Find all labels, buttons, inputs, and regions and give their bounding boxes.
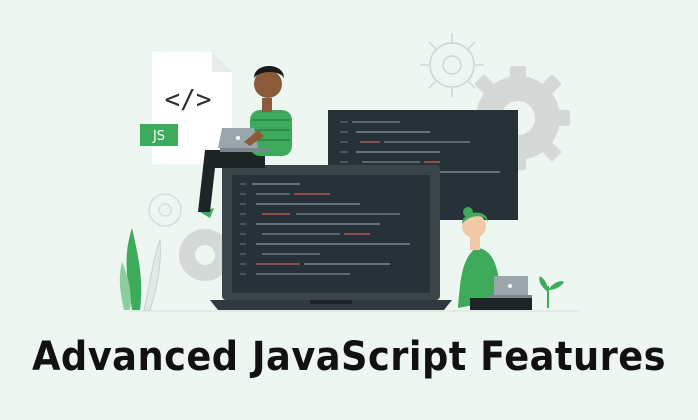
code-symbol-text: </>: [165, 85, 212, 115]
woman-figure: [458, 207, 532, 310]
page-title: Advanced JavaScript Features: [31, 334, 667, 380]
laptop-icon: [210, 165, 452, 310]
js-badge-label: JS: [152, 129, 165, 144]
illustration: </> JS: [119, 33, 580, 312]
gear-icon: [420, 33, 484, 97]
gear-icon: [148, 193, 182, 227]
plant-icon: [539, 276, 564, 308]
plant-icon: [119, 228, 161, 311]
